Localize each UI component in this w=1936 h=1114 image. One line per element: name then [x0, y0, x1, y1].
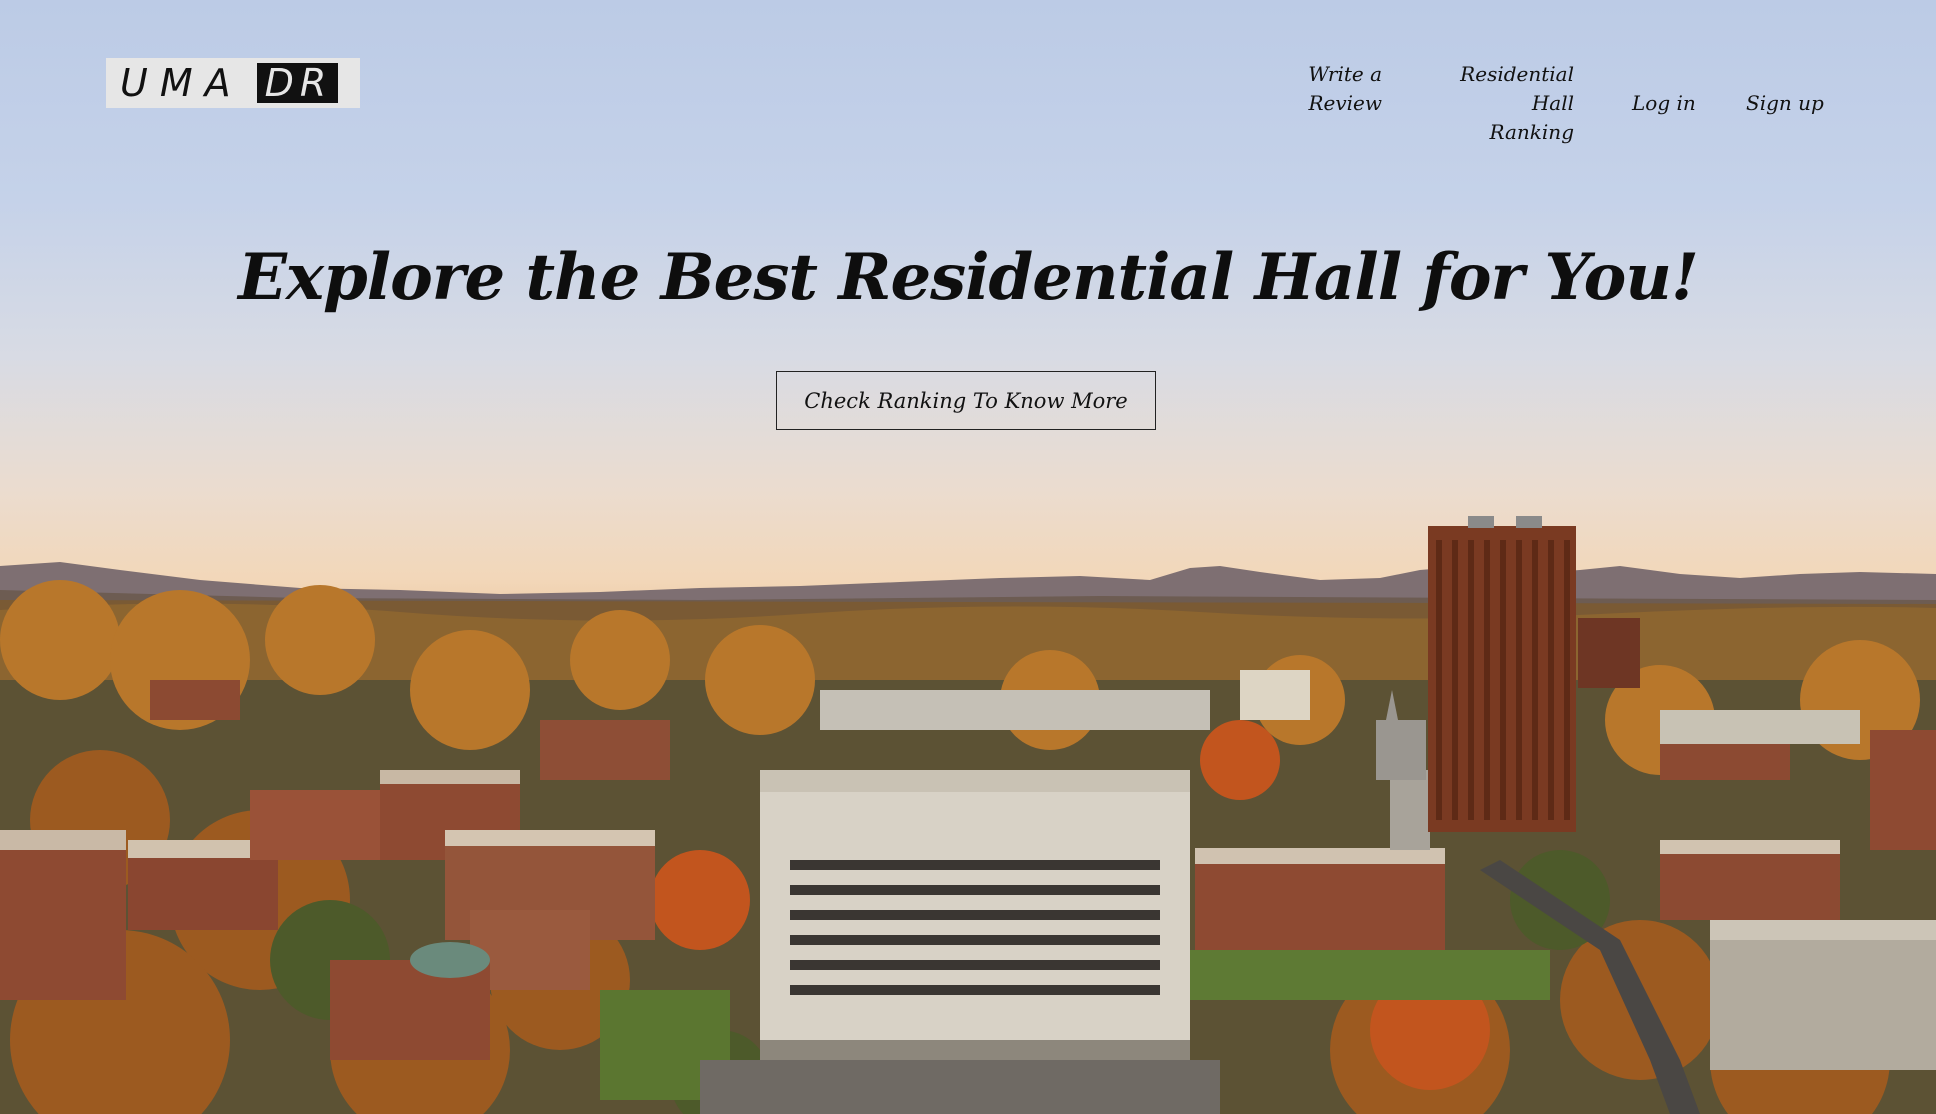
check-ranking-button[interactable]: Check Ranking To Know More: [776, 371, 1156, 430]
logo-text-right: DR: [256, 63, 339, 103]
nav-residential-hall-ranking-link[interactable]: Residential Hall Ranking: [1430, 60, 1574, 147]
hero-headline: Explore the Best Residential Hall for Yo…: [238, 240, 1699, 315]
logo-text-left: UMA: [120, 61, 243, 105]
site-logo[interactable]: UMA DR: [106, 58, 360, 108]
campus-aerial-photo: [0, 516, 1936, 1114]
nav-signup-link[interactable]: Sign up: [1746, 89, 1824, 118]
nav-write-review-link[interactable]: Write a Review: [1282, 60, 1382, 118]
nav-login-link[interactable]: Log in: [1632, 89, 1696, 118]
nav-ranking-line1: Residential Hall: [1460, 62, 1574, 115]
hero-section: UMA DR Write a Review Residential Hall R…: [0, 0, 1936, 1114]
nav-write-review-line2: Review: [1308, 91, 1382, 115]
nav-ranking-line2: Ranking: [1489, 120, 1574, 144]
nav-write-review-line1: Write a: [1308, 62, 1382, 86]
